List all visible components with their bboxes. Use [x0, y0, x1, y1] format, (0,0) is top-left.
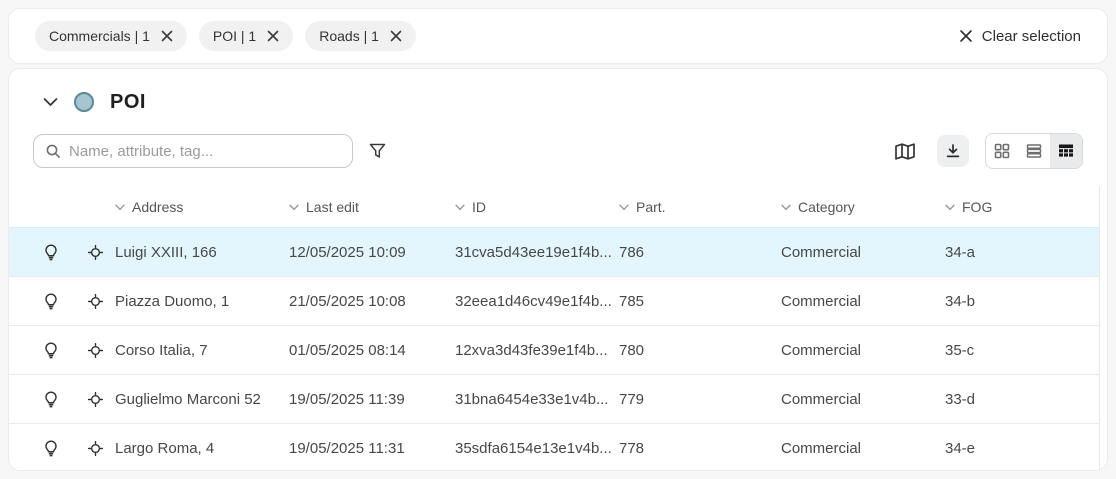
- filter-funnel-icon[interactable]: [369, 143, 386, 159]
- cell-fog: 33-d: [945, 391, 1099, 408]
- filter-chips: Commercials | 1 POI | 1 Roads | 1: [35, 21, 416, 51]
- table-row[interactable]: Corso Italia, 7 01/05/2025 08:14 12xva3d…: [9, 325, 1099, 374]
- close-icon[interactable]: [267, 30, 279, 42]
- column-label: Part.: [636, 199, 666, 215]
- panel-title: POI: [110, 91, 146, 114]
- map-view-button[interactable]: [892, 138, 918, 164]
- cell-category: Commercial: [781, 244, 945, 261]
- column-header-last-edit[interactable]: Last edit: [289, 199, 455, 215]
- table-view-icon[interactable]: [1050, 134, 1082, 168]
- cell-address: Largo Roma, 4: [115, 440, 289, 457]
- collapse-chevron-icon[interactable]: [43, 97, 58, 107]
- cell-part: 786: [619, 244, 781, 261]
- chip-roads[interactable]: Roads | 1: [305, 21, 416, 51]
- toolbar: [33, 133, 1083, 169]
- locate-crosshair-icon[interactable]: [75, 343, 115, 358]
- cell-address: Luigi XXIII, 166: [115, 244, 289, 261]
- cell-address: Corso Italia, 7: [115, 342, 289, 359]
- view-switcher: [985, 133, 1083, 169]
- column-header-address[interactable]: Address: [115, 199, 289, 215]
- column-header-part[interactable]: Part.: [619, 199, 781, 215]
- poi-panel: POI: [8, 68, 1108, 471]
- lightbulb-icon[interactable]: [27, 293, 75, 310]
- table-header-row: Address Last edit ID Part. Category: [9, 187, 1099, 227]
- chip-commercials[interactable]: Commercials | 1: [35, 21, 187, 51]
- cell-id: 31bna6454e33e1v4b...: [455, 391, 619, 408]
- lightbulb-icon[interactable]: [27, 440, 75, 457]
- close-icon[interactable]: [390, 30, 402, 42]
- cell-address: Guglielmo Marconi 52: [115, 391, 289, 408]
- search-icon: [45, 143, 61, 159]
- table-row[interactable]: Guglielmo Marconi 52 19/05/2025 11:39 31…: [9, 374, 1099, 423]
- lightbulb-icon[interactable]: [27, 244, 75, 261]
- chip-poi[interactable]: POI | 1: [199, 21, 293, 51]
- download-button[interactable]: [937, 135, 969, 167]
- cell-fog: 35-c: [945, 342, 1099, 359]
- poi-table: Address Last edit ID Part. Category: [9, 187, 1100, 470]
- clear-selection-button[interactable]: Clear selection: [959, 28, 1081, 45]
- cell-address: Piazza Duomo, 1: [115, 293, 289, 310]
- chip-label: Roads | 1: [319, 28, 379, 44]
- cell-last-edit: 19/05/2025 11:31: [289, 440, 455, 457]
- table-row[interactable]: Piazza Duomo, 1 21/05/2025 10:08 32eea1d…: [9, 276, 1099, 325]
- locate-crosshair-icon[interactable]: [75, 392, 115, 407]
- column-header-fog[interactable]: FOG: [945, 199, 1099, 215]
- cell-id: 12xva3d43fe39e1f4b...: [455, 342, 619, 359]
- cell-last-edit: 19/05/2025 11:39: [289, 391, 455, 408]
- cell-fog: 34-e: [945, 440, 1099, 457]
- screen: Commercials | 1 POI | 1 Roads | 1: [0, 0, 1116, 479]
- grid-view-icon[interactable]: [986, 134, 1018, 168]
- cell-id: 35sdfa6154e13e1v4b...: [455, 440, 619, 457]
- cell-category: Commercial: [781, 293, 945, 310]
- column-label: ID: [472, 199, 486, 215]
- cell-last-edit: 01/05/2025 08:14: [289, 342, 455, 359]
- close-icon: [959, 29, 973, 43]
- cell-part: 780: [619, 342, 781, 359]
- search-box[interactable]: [33, 134, 353, 168]
- clear-selection-label: Clear selection: [982, 28, 1081, 45]
- cell-part: 779: [619, 391, 781, 408]
- cell-last-edit: 12/05/2025 10:09: [289, 244, 455, 261]
- poi-layer-dot-icon: [74, 92, 94, 112]
- table-row[interactable]: Luigi XXIII, 166 12/05/2025 10:09 31cva5…: [9, 227, 1099, 276]
- column-label: Address: [132, 199, 183, 215]
- column-label: Category: [798, 199, 855, 215]
- cell-id: 31cva5d43ee19e1f4b...: [455, 244, 619, 261]
- column-label: FOG: [962, 199, 992, 215]
- cell-category: Commercial: [781, 440, 945, 457]
- chip-label: POI | 1: [213, 28, 256, 44]
- cell-part: 785: [619, 293, 781, 310]
- locate-crosshair-icon[interactable]: [75, 245, 115, 260]
- close-icon[interactable]: [161, 30, 173, 42]
- cell-last-edit: 21/05/2025 10:08: [289, 293, 455, 310]
- locate-crosshair-icon[interactable]: [75, 294, 115, 309]
- locate-crosshair-icon[interactable]: [75, 441, 115, 456]
- panel-header: POI: [43, 88, 146, 116]
- cell-category: Commercial: [781, 342, 945, 359]
- column-header-category[interactable]: Category: [781, 199, 945, 215]
- cell-part: 778: [619, 440, 781, 457]
- column-header-id[interactable]: ID: [455, 199, 619, 215]
- search-input[interactable]: [69, 143, 341, 160]
- selection-bar: Commercials | 1 POI | 1 Roads | 1: [8, 8, 1108, 64]
- cell-id: 32eea1d46cv49e1f4b...: [455, 293, 619, 310]
- cell-fog: 34-b: [945, 293, 1099, 310]
- cell-category: Commercial: [781, 391, 945, 408]
- cell-fog: 34-a: [945, 244, 1099, 261]
- table-row[interactable]: Largo Roma, 4 19/05/2025 11:31 35sdfa615…: [9, 423, 1099, 471]
- chip-label: Commercials | 1: [49, 28, 150, 44]
- column-label: Last edit: [306, 199, 359, 215]
- lightbulb-icon[interactable]: [27, 342, 75, 359]
- lightbulb-icon[interactable]: [27, 391, 75, 408]
- list-view-icon[interactable]: [1018, 134, 1050, 168]
